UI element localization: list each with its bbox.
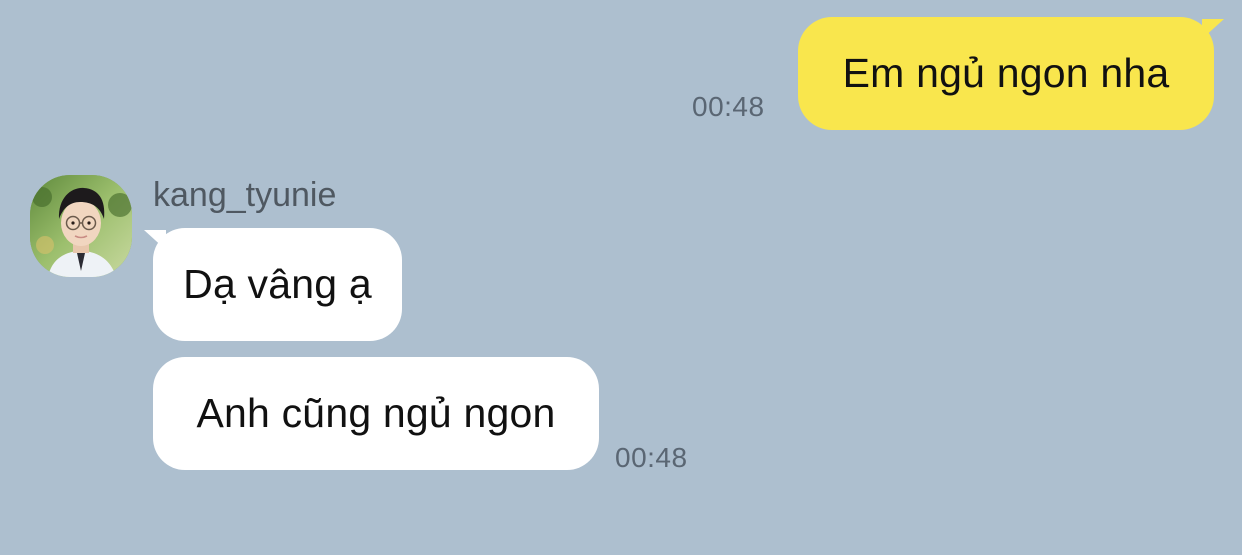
chat-room[interactable]: Em ngủ ngon nha 00:48 kang_tyunie Dạ vân… <box>0 0 1242 555</box>
incoming-message-text: Anh cũng ngủ ngon <box>196 390 556 436</box>
sender-avatar[interactable] <box>30 175 132 277</box>
user-avatar-photo-icon <box>30 175 132 277</box>
incoming-message-time: 00:48 <box>615 442 688 473</box>
incoming-message-bubble[interactable]: Dạ vâng ạ <box>144 228 402 341</box>
outgoing-message-bubble[interactable]: Em ngủ ngon nha <box>798 17 1214 130</box>
sender-name[interactable]: kang_tyunie <box>153 176 336 215</box>
incoming-message-text: Dạ vâng ạ <box>183 261 372 307</box>
incoming-message-bubble[interactable]: Anh cũng ngủ ngon <box>153 357 599 470</box>
outgoing-message-text: Em ngủ ngon nha <box>842 50 1170 96</box>
outgoing-message-time: 00:48 <box>692 91 765 122</box>
